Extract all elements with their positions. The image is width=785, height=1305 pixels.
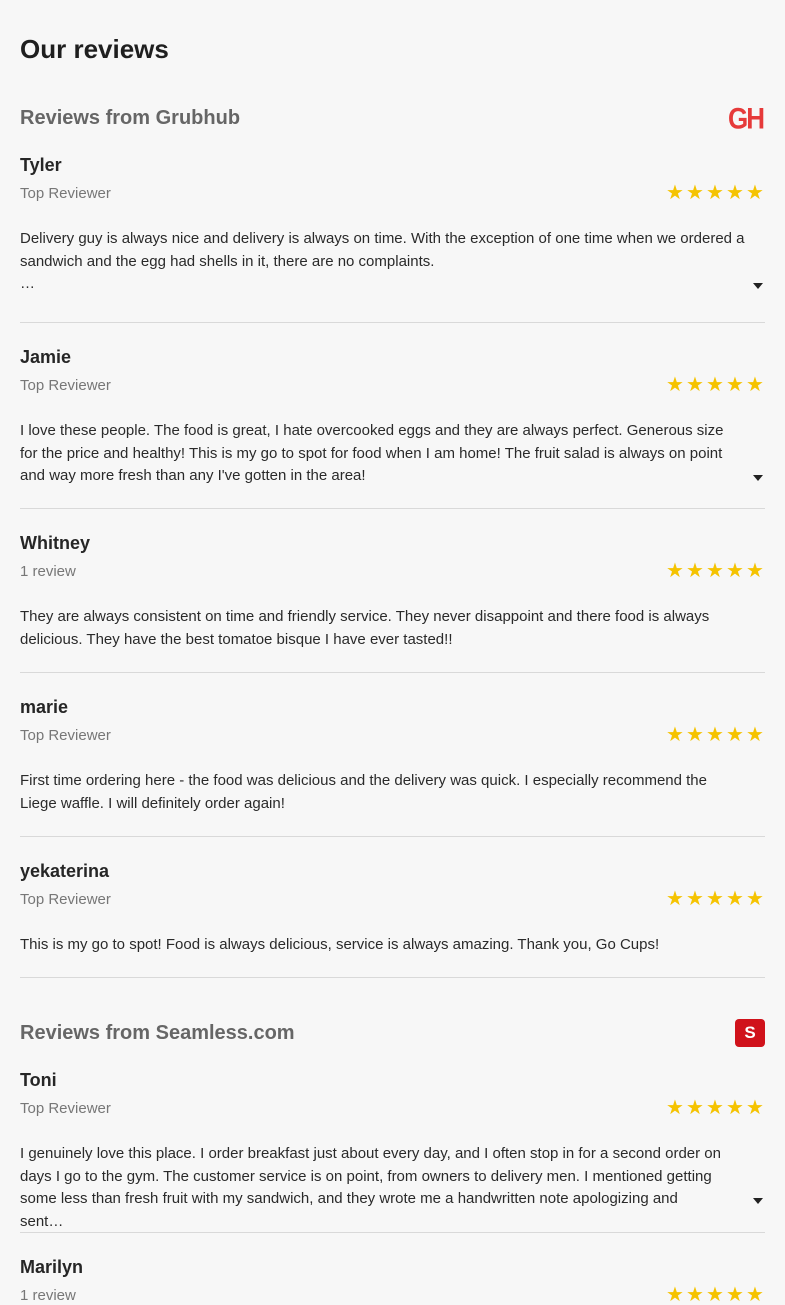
caret-down-icon[interactable] — [753, 475, 763, 481]
star-icon: ★ — [686, 374, 704, 396]
reviewer-tag: Top Reviewer — [20, 726, 111, 744]
star-icon: ★ — [726, 1097, 744, 1119]
star-icon: ★ — [686, 560, 704, 582]
source-header: Reviews from Seamless.com S — [20, 1013, 765, 1053]
review-card: Whitney 1 review ★ ★ ★ ★ ★ They are always c… — [20, 532, 765, 673]
review-text: I genuinely love this place. I order bre… — [20, 1145, 721, 1230]
star-icon: ★ — [706, 560, 724, 582]
star-icon: ★ — [746, 182, 764, 204]
star-icon: ★ — [746, 560, 764, 582]
caret-down-icon[interactable] — [753, 1198, 763, 1204]
star-icon: ★ — [746, 1284, 764, 1305]
reviewer-name: marie — [20, 697, 69, 717]
star-icon: ★ — [666, 560, 684, 582]
star-icon: ★ — [706, 1284, 724, 1305]
star-icon: ★ — [666, 1097, 684, 1119]
reviewer-name: Jamie — [20, 347, 72, 367]
star-icon: ★ — [686, 1097, 704, 1119]
star-icon: ★ — [726, 182, 744, 204]
star-icon: ★ — [686, 888, 704, 910]
section-title: Reviews from Seamless.com — [20, 1021, 295, 1044]
star-icon: ★ — [666, 182, 684, 204]
star-icon: ★ — [726, 560, 744, 582]
star-icon: ★ — [706, 724, 724, 746]
star-rating: ★ ★ ★ ★ ★ — [665, 375, 765, 395]
star-rating: ★ ★ ★ ★ ★ — [665, 561, 765, 581]
review-card: Tyler Top Reviewer ★ ★ ★ ★ ★ Delivery guy is… — [20, 154, 765, 323]
star-icon: ★ — [686, 724, 704, 746]
star-icon: ★ — [726, 888, 744, 910]
star-rating: ★ ★ ★ ★ ★ — [665, 1285, 765, 1305]
page-title: Our reviews — [20, 34, 169, 64]
star-icon: ★ — [666, 374, 684, 396]
star-icon: ★ — [746, 374, 764, 396]
review-card: Jamie Top Reviewer ★ ★ ★ ★ ★ I love these pe… — [20, 346, 765, 509]
star-icon: ★ — [726, 1284, 744, 1305]
reviewer-tag: 1 review — [20, 1286, 76, 1304]
review-card: yekaterina Top Reviewer ★ ★ ★ ★ ★ This is my… — [20, 860, 765, 978]
star-icon: ★ — [666, 724, 684, 746]
star-icon: ★ — [746, 724, 764, 746]
reviewer-name: Whitney — [20, 533, 90, 553]
review-card: Toni Top Reviewer ★ ★ ★ ★ ★ I genuinely love… — [20, 1069, 765, 1233]
star-rating: ★ ★ ★ ★ ★ — [665, 183, 765, 203]
reviewer-name: yekaterina — [20, 861, 110, 881]
reviewer-name: Tyler — [20, 155, 62, 175]
review-card: Marilyn 1 review ★ ★ ★ ★ ★ — [20, 1256, 765, 1305]
star-icon: ★ — [666, 888, 684, 910]
section-title: Reviews from Grubhub — [20, 106, 241, 129]
star-rating: ★ ★ ★ ★ ★ — [665, 725, 765, 745]
grubhub-logo-icon: GH — [728, 100, 765, 136]
seamless-logo-icon: S — [735, 1019, 765, 1047]
reviews-page: Our reviews Reviews from Grubhub GH Tyle… — [0, 34, 785, 1305]
star-icon: ★ — [666, 1284, 684, 1305]
star-rating: ★ ★ ★ ★ ★ — [665, 889, 765, 909]
star-icon: ★ — [706, 182, 724, 204]
reviewer-tag: Top Reviewer — [20, 376, 111, 394]
star-icon: ★ — [706, 374, 724, 396]
review-ellipsis: … — [20, 275, 35, 292]
star-icon: ★ — [726, 374, 744, 396]
star-icon: ★ — [686, 182, 704, 204]
review-text: They are always consistent on time and f… — [20, 608, 710, 648]
seamless-section: Reviews from Seamless.com S Toni Top Rev… — [20, 1013, 765, 1305]
review-text: First time ordering here - the food was … — [20, 772, 707, 812]
star-icon: ★ — [746, 1097, 764, 1119]
caret-down-icon[interactable] — [753, 283, 763, 289]
source-header: Reviews from Grubhub GH — [20, 98, 765, 138]
reviewer-tag: Top Reviewer — [20, 1099, 111, 1117]
star-icon: ★ — [686, 1284, 704, 1305]
star-icon: ★ — [706, 1097, 724, 1119]
reviewer-tag: Top Reviewer — [20, 890, 111, 908]
review-text: Delivery guy is always nice and delivery… — [20, 230, 745, 292]
grubhub-section: Reviews from Grubhub GH Tyler Top Review… — [20, 98, 765, 978]
review-text: This is my go to spot! Food is always de… — [20, 936, 660, 953]
reviewer-name: Marilyn — [20, 1257, 84, 1277]
star-icon: ★ — [746, 888, 764, 910]
star-icon: ★ — [726, 724, 744, 746]
star-rating: ★ ★ ★ ★ ★ — [665, 1098, 765, 1118]
reviewer-tag: Top Reviewer — [20, 184, 111, 202]
reviewer-tag: 1 review — [20, 562, 76, 580]
review-text: I love these people. The food is great, … — [20, 422, 724, 484]
star-icon: ★ — [706, 888, 724, 910]
reviewer-name: Toni — [20, 1070, 57, 1090]
review-card: marie Top Reviewer ★ ★ ★ ★ ★ First time orde… — [20, 696, 765, 837]
